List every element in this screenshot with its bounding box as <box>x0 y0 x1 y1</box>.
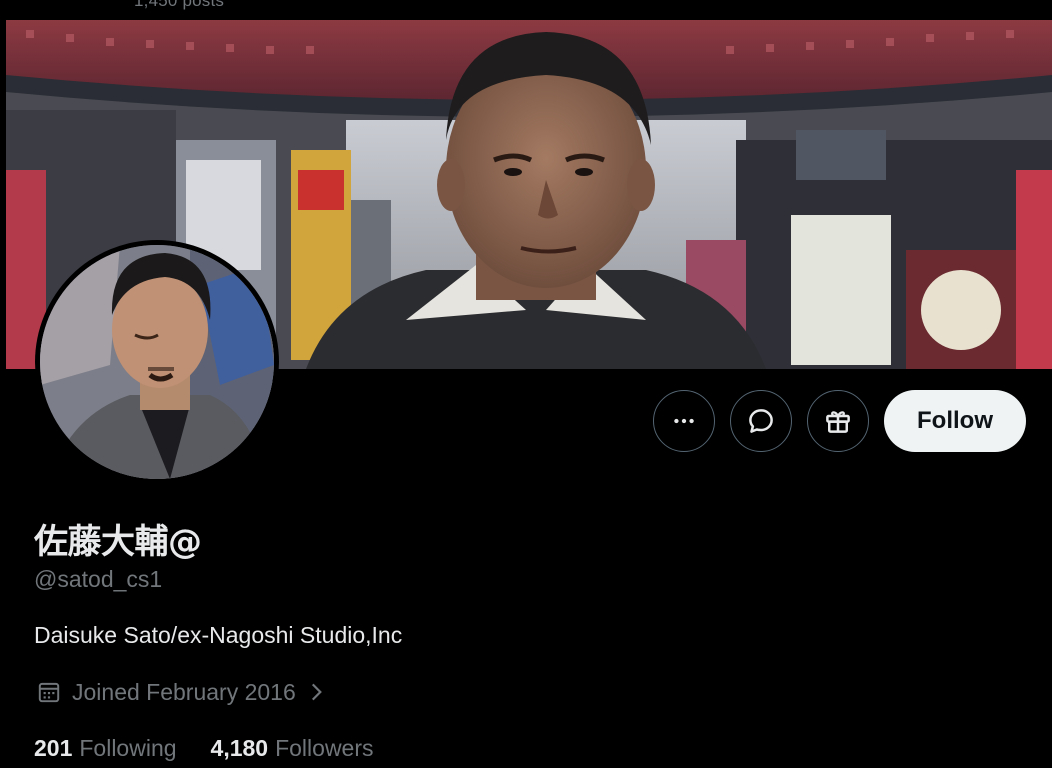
profile-avatar[interactable] <box>35 240 279 484</box>
followers-count: 4,180 <box>210 734 269 761</box>
calendar-icon <box>38 682 60 703</box>
more-button[interactable] <box>653 390 715 452</box>
user-bio: Daisuke Sato/ex-Nagoshi Studio,Inc <box>34 622 403 648</box>
profile-page: 1,450 posts Follow 佐藤大輔@ @satod_cs1 Dais… <box>0 0 1052 768</box>
top-header: 1,450 posts <box>0 0 1052 20</box>
gift-button[interactable] <box>807 390 869 452</box>
message-button[interactable] <box>730 390 792 452</box>
more-horizontal-icon <box>674 418 694 424</box>
display-name: 佐藤大輔@ <box>34 522 202 562</box>
follow-button[interactable]: Follow <box>884 390 1026 452</box>
following-label: Following <box>79 734 177 761</box>
followers-link[interactable]: 4,180 Followers <box>211 735 374 762</box>
following-count: 201 <box>34 734 73 761</box>
following-link[interactable]: 201 Following <box>34 735 177 762</box>
followers-label: Followers <box>275 734 374 761</box>
user-handle: @satod_cs1 <box>34 566 163 592</box>
gift-icon <box>826 411 850 433</box>
chevron-right-icon <box>311 683 322 701</box>
joined-date[interactable]: Joined February 2016 <box>36 676 324 708</box>
follow-stats: 201 Following 4,180 Followers <box>34 733 374 763</box>
joined-text: Joined February 2016 <box>72 678 296 705</box>
post-count: 1,450 posts <box>134 0 225 10</box>
avatar-image <box>40 245 274 479</box>
chat-bubble-icon <box>749 409 773 433</box>
